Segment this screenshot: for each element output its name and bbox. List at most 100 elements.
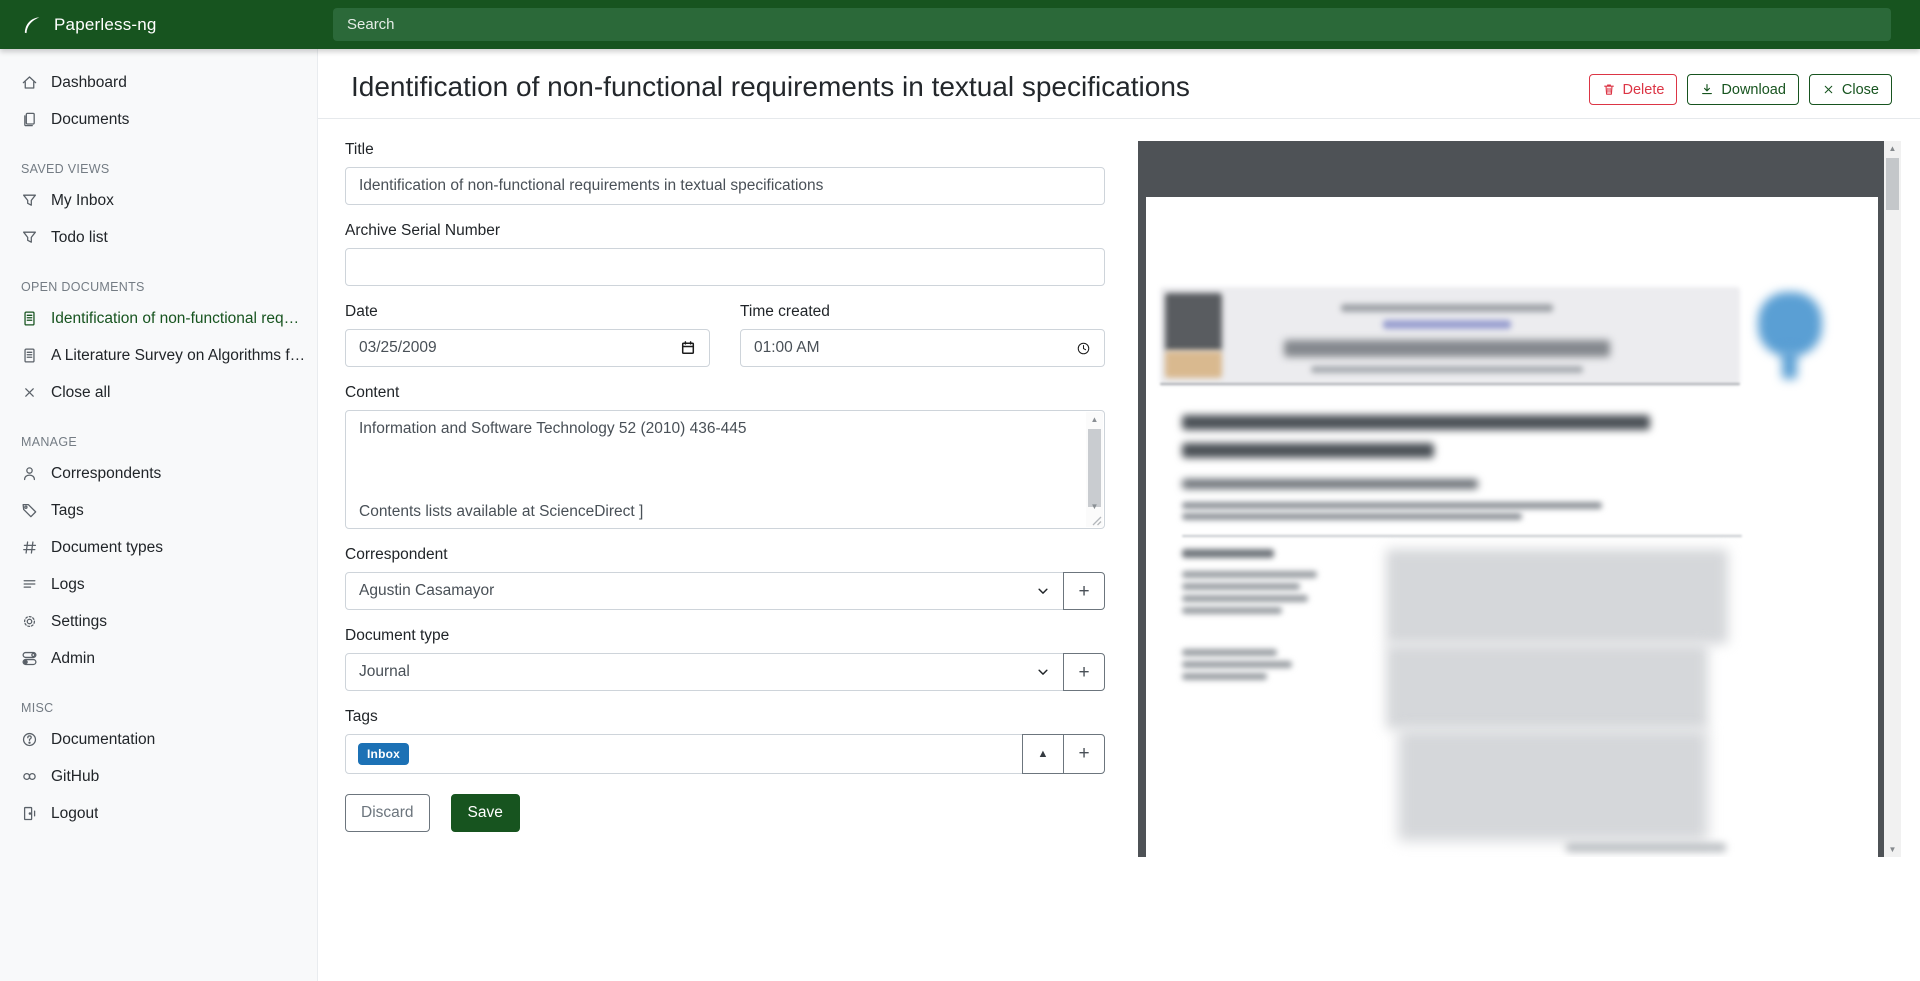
sidebar: Dashboard Documents SAVED VIEWS My Inbox… (0, 49, 318, 981)
scroll-down-icon[interactable]: ▼ (1086, 499, 1103, 514)
sidebar-section-open-documents: OPEN DOCUMENTS (0, 280, 317, 300)
trash-icon (1602, 82, 1616, 97)
filter-icon (21, 192, 38, 209)
sidebar-item-logout[interactable]: Logout (0, 795, 317, 832)
document-type-select[interactable]: Journal (345, 653, 1064, 691)
toggles-icon (21, 650, 38, 667)
preview-info-line (1182, 583, 1300, 590)
sidebar-item-github[interactable]: GitHub (0, 758, 317, 795)
correspondent-label: Correspondent (345, 546, 1105, 564)
sidebar-item-todo-list[interactable]: Todo list (0, 219, 317, 256)
hash-icon (21, 539, 38, 556)
scroll-thumb[interactable] (1886, 158, 1899, 210)
preview-masthead-rule (1160, 383, 1740, 385)
tag-badge-inbox[interactable]: Inbox (358, 743, 409, 765)
home-icon (21, 74, 38, 91)
content-textarea[interactable]: Information and Software Technology 52 (… (345, 410, 1105, 529)
content-body: Title Archive Serial Number Date 03/25/2… (318, 119, 1920, 857)
header-actions: Delete Download Close (1589, 74, 1893, 105)
top-navbar: Paperless-ng (0, 0, 1920, 49)
preview-abstract-block (1386, 549, 1728, 644)
sidebar-item-my-inbox[interactable]: My Inbox (0, 182, 317, 219)
preview-info-line (1182, 571, 1317, 578)
preview-journal-cover (1165, 293, 1222, 351)
scroll-up-icon[interactable]: ▲ (1086, 412, 1103, 427)
add-tag-button[interactable]: + (1063, 734, 1105, 774)
time-input[interactable]: 01:00 AM (740, 329, 1105, 367)
brand[interactable]: Paperless-ng (0, 14, 318, 36)
gear-icon (21, 613, 38, 630)
leaf-logo-icon (21, 14, 43, 36)
collapse-tags-button[interactable]: ▲ (1022, 734, 1064, 774)
tags-input[interactable]: Inbox (345, 734, 1023, 774)
document-header: Identification of non-functional require… (318, 49, 1920, 119)
date-input[interactable]: 03/25/2009 (345, 329, 710, 367)
sidebar-item-document-types[interactable]: Document types (0, 529, 317, 566)
preview-publisher-logo-trunk (1782, 349, 1797, 379)
sidebar-item-documentation[interactable]: Documentation (0, 721, 317, 758)
preview-info-line (1182, 661, 1292, 668)
add-document-type-button[interactable]: + (1063, 653, 1105, 691)
sidebar-open-doc-2[interactable]: A Literature Survey on Algorithms for Mu… (0, 337, 317, 374)
scroll-thumb[interactable] (1088, 429, 1101, 507)
content-label: Content (345, 384, 1105, 402)
sidebar-item-dashboard[interactable]: Dashboard (0, 64, 317, 101)
sidebar-item-documents[interactable]: Documents (0, 101, 317, 138)
sidebar-item-correspondents[interactable]: Correspondents (0, 455, 317, 492)
tags-label: Tags (345, 708, 1105, 726)
filter-icon (21, 229, 38, 246)
preview-info-heading (1182, 549, 1274, 558)
person-icon (21, 465, 38, 482)
asn-input[interactable] (345, 248, 1105, 286)
scroll-up-icon[interactable]: ▲ (1884, 141, 1901, 156)
pdf-viewer-toolbar (1138, 141, 1884, 197)
file-text-icon (21, 310, 38, 327)
brand-name: Paperless-ng (54, 15, 157, 35)
sidebar-open-doc-1[interactable]: Identification of non-functional require… (0, 300, 317, 337)
resize-grip-icon[interactable] (1091, 515, 1102, 526)
list-icon (21, 576, 38, 593)
tag-icon (21, 502, 38, 519)
search-input[interactable] (333, 8, 1891, 41)
preview-article-title-line (1182, 443, 1434, 458)
sidebar-item-settings[interactable]: Settings (0, 603, 317, 640)
preview-masthead-line (1383, 320, 1511, 329)
preview-affiliation-line (1182, 513, 1522, 520)
scroll-down-icon[interactable]: ▼ (1884, 842, 1901, 857)
correspondent-select[interactable]: Agustin Casamayor (345, 572, 1064, 610)
close-icon (1822, 83, 1835, 96)
preview-journal-title (1284, 340, 1610, 357)
date-label: Date (345, 303, 710, 321)
delete-button[interactable]: Delete (1589, 74, 1678, 105)
preview-footer-line (1566, 843, 1726, 852)
preview-publisher-logo (1758, 292, 1822, 356)
sidebar-item-logs[interactable]: Logs (0, 566, 317, 603)
pdf-preview-pane: ▲ ▼ (1138, 141, 1901, 857)
download-button[interactable]: Download (1687, 74, 1799, 105)
preview-info-line (1182, 673, 1267, 680)
preview-authors-line (1182, 479, 1478, 489)
add-correspondent-button[interactable]: + (1063, 572, 1105, 610)
preview-scrollbar[interactable]: ▲ ▼ (1884, 141, 1901, 857)
discard-button[interactable]: Discard (345, 794, 430, 832)
question-circle-icon (21, 731, 38, 748)
document-form: Title Archive Serial Number Date 03/25/2… (345, 141, 1105, 857)
file-text-icon (21, 347, 38, 364)
chevron-down-icon (1036, 584, 1050, 598)
sidebar-item-tags[interactable]: Tags (0, 492, 317, 529)
sidebar-section-saved-views: SAVED VIEWS (0, 162, 317, 182)
sidebar-section-manage: MANAGE (0, 435, 317, 455)
title-input[interactable] (345, 167, 1105, 205)
save-button[interactable]: Save (451, 794, 520, 832)
preview-info-line (1182, 607, 1282, 614)
close-button[interactable]: Close (1809, 74, 1892, 105)
preview-affiliation-line (1182, 502, 1602, 509)
content-scrollbar[interactable]: ▲ ▼ (1086, 412, 1103, 527)
preview-journal-cover-bottom (1165, 351, 1222, 378)
close-icon (21, 384, 38, 401)
sidebar-item-close-all[interactable]: Close all (0, 374, 317, 411)
document-type-label: Document type (345, 627, 1105, 645)
preview-abstract-block (1398, 729, 1708, 841)
preview-masthead-line (1341, 304, 1553, 312)
sidebar-item-admin[interactable]: Admin (0, 640, 317, 677)
